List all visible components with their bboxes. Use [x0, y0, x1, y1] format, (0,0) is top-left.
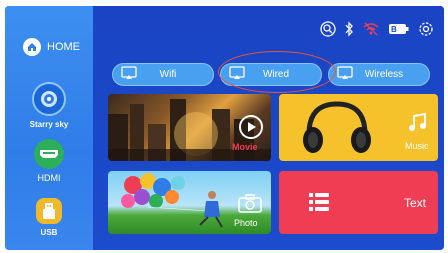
sidebar-item-usb[interactable]: USB [5, 198, 93, 237]
movie-tile[interactable]: Movie [108, 94, 271, 161]
source-tabs: Wifi Wired Wireless [112, 63, 430, 86]
cast-icon [229, 66, 245, 83]
home-icon [23, 38, 41, 56]
tab-label: Wired [262, 69, 290, 80]
tab-wifi[interactable]: Wifi [112, 63, 214, 86]
home-label: HOME [47, 41, 80, 53]
sidebar-item-starry-sky[interactable]: Starry sky [5, 82, 93, 129]
movie-label: Movie [232, 142, 258, 152]
cast-icon [337, 66, 353, 83]
sidebar-item-label: HDMI [37, 173, 61, 183]
music-tile[interactable]: Music [279, 94, 438, 161]
music-note-icon [407, 112, 429, 139]
tab-wired[interactable]: Wired [220, 63, 322, 86]
hdmi-icon [34, 139, 64, 169]
text-label: Text [404, 196, 427, 210]
music-label: Music [405, 141, 429, 151]
sidebar: HOME Starry sky HDMI USB [5, 6, 93, 250]
search-icon[interactable] [320, 21, 336, 37]
tab-wireless[interactable]: Wireless [328, 63, 430, 86]
battery-icon: B [388, 23, 410, 35]
photo-tile[interactable]: Photo [108, 171, 271, 234]
tab-label: Wireless [364, 69, 404, 80]
camera-icon [238, 193, 262, 218]
sidebar-item-label: Starry sky [29, 120, 69, 129]
home-button[interactable]: HOME [23, 38, 80, 56]
sidebar-item-hdmi[interactable]: HDMI [5, 139, 93, 183]
settings-icon[interactable] [418, 21, 434, 37]
headphones-image [303, 101, 371, 153]
document-icon [307, 190, 331, 219]
play-icon [238, 114, 264, 145]
svg-text:B: B [391, 25, 397, 34]
main-area: B Wifi Wired Wireless Movie Music Photo … [93, 6, 444, 250]
bluetooth-icon[interactable] [344, 21, 354, 37]
wifi-icon[interactable] [362, 22, 380, 36]
projector-home-screen: HOME Starry sky HDMI USB B Wifi Wired Wi… [5, 6, 444, 250]
status-bar: B [320, 21, 434, 37]
starry-sky-icon [32, 82, 66, 116]
tab-label: Wifi [159, 69, 177, 80]
usb-icon [36, 198, 62, 224]
cast-icon [121, 66, 137, 83]
sidebar-item-label: USB [40, 228, 58, 237]
text-tile[interactable]: Text [279, 171, 438, 234]
photo-label: Photo [234, 218, 258, 228]
